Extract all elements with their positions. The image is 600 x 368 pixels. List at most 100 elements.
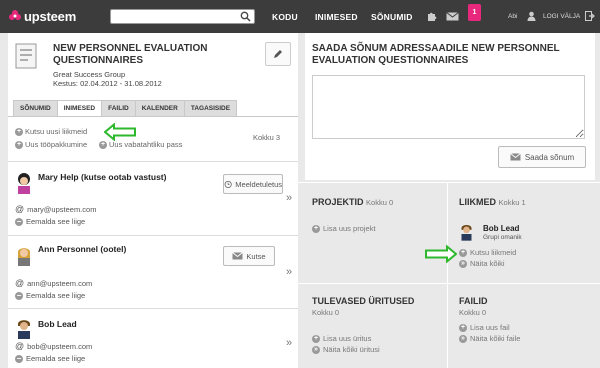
pencil-icon <box>274 50 282 58</box>
new-volunteer-pass-link[interactable]: + Uus vabatahtliku pass <box>99 140 182 149</box>
notification-badge[interactable]: 1 <box>468 4 481 21</box>
member-email[interactable]: @ mary@upsteem.com <box>15 204 96 214</box>
remove-member-link[interactable]: − Eemalda see liige <box>15 354 85 363</box>
avatar[interactable] <box>459 222 474 241</box>
send-message-label: Saada sõnum <box>524 152 575 162</box>
remove-member-link[interactable]: − Eemalda see liige <box>15 291 85 300</box>
mail-icon[interactable] <box>446 12 459 21</box>
members-count: Kokku 1 <box>498 198 526 207</box>
nav-people[interactable]: INIMESED <box>315 12 358 22</box>
chevron-right-icon[interactable]: » <box>286 266 292 278</box>
chevron-right-icon[interactable]: » <box>286 192 292 204</box>
send-message-panel: SAADA SÕNUM ADRESSAADILE NEW PERSONNEL E… <box>305 33 595 180</box>
projects-count: Kokku 0 <box>366 198 394 207</box>
member-name[interactable]: Mary Help (kutse ootab vastust) <box>38 172 166 182</box>
tab-calendar[interactable]: KALENDER <box>134 100 184 117</box>
project-title: NEW PERSONNEL EVALUATION QUESTIONNAIRES <box>53 43 208 66</box>
logout-link[interactable]: LOGI VÄLJA <box>543 13 580 20</box>
member-email[interactable]: @ bob@upsteem.com <box>15 341 92 351</box>
plus-icon: + <box>15 127 23 136</box>
invite-members-link[interactable]: + Kutsu liikmeid <box>459 248 516 257</box>
plus-icon: + <box>312 224 320 233</box>
show-all-members-link[interactable]: » Näita kõiki <box>459 259 505 268</box>
send-message-title: SAADA SÕNUM ADRESSAADILE NEW PERSONNEL E… <box>312 43 560 66</box>
plus-icon: + <box>312 334 320 343</box>
add-event-label: Lisa uus üritus <box>323 334 372 343</box>
minus-icon: − <box>15 290 23 300</box>
add-file-link[interactable]: + Lisa uus fail <box>459 323 510 332</box>
members-total: Kokku 3 <box>253 133 281 142</box>
files-count: Kokku 0 <box>459 308 487 317</box>
logo-flower-icon <box>9 10 21 20</box>
search-box[interactable] <box>110 9 255 24</box>
avatar[interactable] <box>15 172 33 194</box>
member-email-text: mary@upsteem.com <box>27 204 97 214</box>
avatar[interactable] <box>15 317 33 339</box>
edit-project-button[interactable] <box>265 42 291 66</box>
tab-people[interactable]: INIMESED <box>56 100 102 117</box>
invite-button[interactable]: Kutse <box>223 246 275 266</box>
people-actions: + Kutsu uusi liikmeid Kokku 3 + Uus tööp… <box>8 117 298 162</box>
user-icon[interactable] <box>527 11 536 21</box>
member-name[interactable]: Ann Personnel (ootel) <box>38 244 126 254</box>
logo-text: upsteem <box>24 8 77 24</box>
plus-icon: + <box>459 248 467 257</box>
invite-button-label: Kutse <box>246 251 266 261</box>
tab-messages[interactable]: SÕNUMID <box>13 100 57 117</box>
remove-member-link[interactable]: − Eemalda see liige <box>15 217 85 226</box>
invite-members-link[interactable]: + Kutsu uusi liikmeid <box>15 127 87 136</box>
avatar[interactable] <box>15 244 33 266</box>
reminder-button-label: Meeldetuletus <box>235 179 282 189</box>
envelope-icon <box>232 252 244 260</box>
document-icon <box>15 43 37 69</box>
tab-feedback[interactable]: TAGASISIDE <box>183 100 238 117</box>
member-email-text: ann@upsteem.com <box>27 278 93 288</box>
show-all-files-link[interactable]: » Näita kõiki faile <box>459 334 520 343</box>
logout-icon[interactable] <box>585 11 595 21</box>
projects-panel: PROJEKTID Kokku 0 + Lisa uus projekt <box>305 185 445 281</box>
send-message-button[interactable]: Saada sõnum <box>498 146 586 168</box>
envelope-icon <box>510 153 521 161</box>
search-icon[interactable] <box>240 11 251 22</box>
member-row: Ann Personnel (ootel) Kutse @ ann@upstee… <box>8 235 298 308</box>
member-row: Mary Help (kutse ootab vastust) Meeldetu… <box>8 161 298 235</box>
puzzle-icon[interactable] <box>426 11 437 22</box>
chevron-right-icon: » <box>459 259 467 268</box>
members-title: LIIKMED Kokku 1 <box>459 197 526 207</box>
reminder-button[interactable]: Meeldetuletus <box>223 174 283 194</box>
divider <box>298 283 600 284</box>
project-dates: Kestus: 02.04.2012 - 31.08.2012 <box>53 79 162 88</box>
member-email[interactable]: @ ann@upsteem.com <box>15 278 92 288</box>
message-textarea[interactable] <box>312 75 585 139</box>
add-project-link[interactable]: + Lisa uus projekt <box>312 224 376 233</box>
chevron-right-icon[interactable]: » <box>286 337 292 349</box>
minus-icon: − <box>15 353 23 363</box>
logo[interactable]: upsteem <box>8 8 76 24</box>
member-row: Bob Lead @ bob@upsteem.com − Eemalda see… <box>8 308 298 368</box>
tab-files[interactable]: FAILID <box>101 100 135 117</box>
at-icon: @ <box>15 204 25 214</box>
show-all-files-label: Näita kõiki faile <box>470 334 521 343</box>
search-input[interactable] <box>111 10 236 23</box>
help-link[interactable]: Abi <box>508 13 517 20</box>
add-event-link[interactable]: + Lisa uus üritus <box>312 334 371 343</box>
nav-messages[interactable]: SÕNUMID <box>371 12 413 22</box>
new-job-offer-link[interactable]: + Uus tööpakkumine <box>15 140 87 149</box>
new-job-offer-label: Uus tööpakkumine <box>25 140 88 149</box>
upcoming-events-panel: TULEVASED ÜRITUSED Kokku 0 + Lisa uus ür… <box>305 286 445 368</box>
show-all-events-link[interactable]: » Näita kõiki üritusi <box>312 345 380 354</box>
plus-icon: + <box>99 140 107 149</box>
members-title-text: LIIKMED <box>459 197 496 207</box>
new-volunteer-pass-label: Uus vabatahtliku pass <box>109 140 183 149</box>
nav-home[interactable]: KODU <box>272 12 298 22</box>
member-name[interactable]: Bob Lead <box>38 319 77 329</box>
green-arrow-right-icon <box>425 245 457 263</box>
events-count: Kokku 0 <box>312 308 340 317</box>
member-name[interactable]: Bob Lead <box>483 224 519 233</box>
plus-icon: + <box>15 140 23 149</box>
top-bar: upsteem KODU INIMESED SÕNUMID 1 Abi LOGI… <box>0 0 600 33</box>
add-project-label: Lisa uus projekt <box>323 224 376 233</box>
remove-member-label: Eemalda see liige <box>26 217 86 226</box>
files-title: FAILID <box>459 296 488 306</box>
remove-member-label: Eemalda see liige <box>26 354 86 363</box>
